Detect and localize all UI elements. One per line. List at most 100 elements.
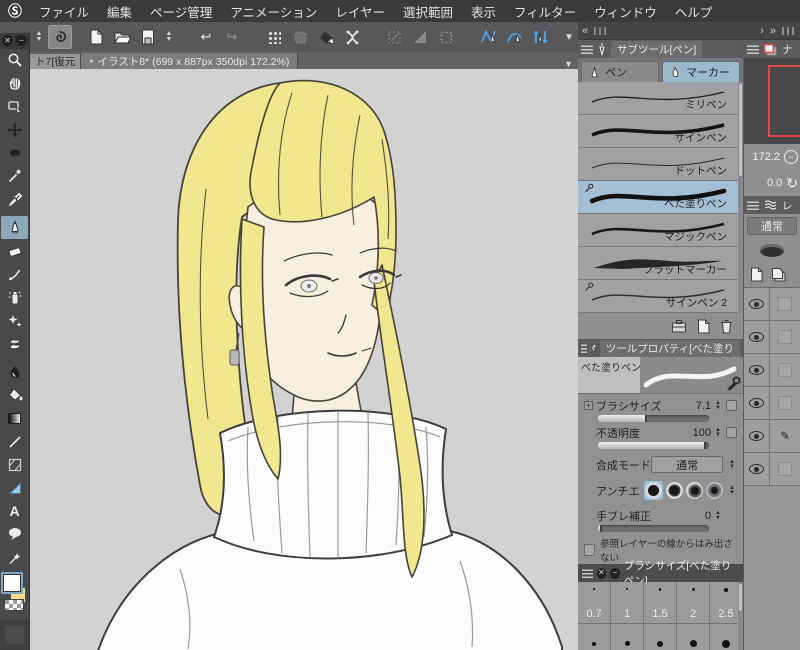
brush-list-scrollbar[interactable]	[738, 82, 743, 313]
blend-mode-dropdown[interactable]: 通常	[651, 456, 724, 473]
vector-pinch-button[interactable]	[528, 25, 552, 49]
correct-line-tool[interactable]	[0, 546, 29, 569]
layer-row-active[interactable]: ✎	[744, 420, 800, 453]
panel-menu-icon[interactable]	[581, 343, 587, 353]
brush-item[interactable]: ドットペン	[578, 148, 743, 181]
preset-cell[interactable]	[578, 624, 611, 650]
panel-menu-icon[interactable]	[582, 568, 593, 578]
trash-icon[interactable]	[720, 319, 733, 334]
brush-size-slider[interactable]	[598, 415, 709, 422]
dock-grip[interactable]	[594, 26, 609, 35]
crop-button[interactable]	[434, 25, 458, 49]
chevron-right-icon[interactable]: ›	[760, 25, 764, 37]
rotation-value[interactable]: 0.0	[767, 177, 782, 189]
transparent-color-swatch[interactable]	[4, 599, 24, 612]
preset-cell[interactable]: 0.7	[578, 582, 611, 623]
reference-checkbox[interactable]	[584, 544, 596, 556]
vector-line-button[interactable]	[476, 25, 500, 49]
brush-item[interactable]: マジックペン	[578, 214, 743, 247]
eyedropper-tool[interactable]	[0, 188, 29, 211]
menu-file[interactable]: ファイル	[30, 2, 98, 21]
lasso-tool[interactable]	[0, 141, 29, 164]
preset-scrollbar[interactable]	[738, 582, 743, 650]
menu-selection[interactable]: 選択範囲	[394, 2, 462, 21]
ink-icon[interactable]	[760, 243, 784, 257]
layer-row[interactable]	[744, 288, 800, 321]
antialias-middle[interactable]	[686, 482, 703, 499]
marker-tool-selected[interactable]	[1, 215, 28, 240]
menu-filter[interactable]: フィルター	[505, 2, 585, 21]
save-button[interactable]	[136, 25, 160, 49]
hand-tool[interactable]	[0, 72, 29, 95]
menu-animation[interactable]: アニメーション	[221, 2, 326, 21]
document-tab-restore[interactable]: ト7[復元	[30, 54, 82, 69]
layer-thumbnail[interactable]	[770, 321, 800, 353]
menu-help[interactable]: ヘルプ	[666, 2, 722, 21]
new-folder-layer-icon[interactable]	[771, 267, 787, 282]
minimize-icon[interactable]: −	[610, 567, 620, 579]
antialias-none-selected[interactable]	[644, 481, 663, 500]
toolcase-icon[interactable]	[671, 319, 687, 333]
redo-button[interactable]: ↪	[220, 25, 244, 49]
spinner[interactable]: ▲ ▼	[727, 459, 737, 470]
wrench-icon[interactable]	[726, 376, 741, 391]
fill-tool[interactable]	[0, 383, 29, 406]
layer-row[interactable]	[744, 453, 800, 486]
launcher-dots-icon[interactable]	[262, 25, 286, 49]
scale-rotate-button[interactable]	[382, 25, 406, 49]
layer-edit-target[interactable]: ✎	[770, 420, 800, 452]
csp-logo-button[interactable]	[48, 25, 72, 49]
tab-marker[interactable]: マーカー	[662, 61, 740, 82]
preset-cell[interactable]	[644, 624, 677, 650]
layer-visibility[interactable]	[744, 387, 770, 419]
layer-row[interactable]	[744, 387, 800, 420]
navigator-preview[interactable]	[744, 58, 800, 144]
vector-curve-button[interactable]	[502, 25, 526, 49]
zoom-tool[interactable]	[0, 49, 29, 72]
liquify-tool[interactable]	[0, 360, 29, 383]
toolbar-spinner[interactable]: ▲ ▼	[162, 30, 176, 43]
spinner[interactable]: ▲ ▼	[713, 400, 723, 411]
ruler-tool[interactable]	[0, 476, 29, 499]
transform-button[interactable]	[340, 25, 364, 49]
menu-page-manage[interactable]: ページ管理	[141, 2, 221, 21]
deselect-button[interactable]	[288, 25, 312, 49]
layer-thumbnail[interactable]	[770, 288, 800, 320]
document-tab-active[interactable]: ● イラスト8* (699 x 887px 350dpi 172.2%)	[81, 53, 299, 69]
layer-visibility[interactable]	[744, 288, 770, 320]
navigator-view-frame[interactable]	[768, 65, 800, 137]
tab-list-dropdown[interactable]: ▼	[559, 59, 578, 69]
rotate-reset-icon[interactable]: ↻	[786, 175, 798, 192]
minimize-icon[interactable]: −	[16, 35, 27, 47]
brush-size-value[interactable]: 7.1	[681, 400, 711, 412]
layer-visibility[interactable]	[744, 321, 770, 353]
toolbar-overflow-dropdown[interactable]: ▼	[564, 32, 574, 43]
text-tool[interactable]: A	[0, 500, 29, 523]
preset-cell[interactable]: 1	[611, 582, 644, 623]
dock-grip[interactable]	[782, 26, 796, 35]
layer-visibility[interactable]	[744, 453, 770, 485]
brush-item[interactable]: フラットマーカー	[578, 247, 743, 280]
layer-blend-dropdown[interactable]: 通常	[747, 217, 797, 235]
object-tool[interactable]	[0, 95, 29, 118]
blend-tool[interactable]	[0, 332, 29, 355]
dynamics-button[interactable]	[726, 400, 737, 411]
airbrush-tool[interactable]	[0, 286, 29, 309]
brush-tool[interactable]	[0, 262, 29, 285]
layer-thumbnail[interactable]	[770, 354, 800, 386]
preset-cell[interactable]	[611, 624, 644, 650]
layer-visibility[interactable]	[744, 420, 770, 452]
undo-button[interactable]: ↩	[194, 25, 218, 49]
new-subtool-icon[interactable]	[697, 319, 710, 334]
balloon-tool[interactable]	[0, 523, 29, 546]
new-file-button[interactable]	[84, 25, 108, 49]
close-icon[interactable]: ✕	[596, 567, 607, 579]
spinner[interactable]: ▲ ▼	[713, 510, 723, 521]
menu-window[interactable]: ウィンドウ	[585, 2, 666, 21]
brush-item[interactable]: ミリペン	[578, 82, 743, 115]
main-color-swatch[interactable]	[3, 574, 21, 593]
expand-icon[interactable]: +	[584, 401, 593, 410]
close-icon[interactable]: ✕	[2, 35, 13, 47]
menu-layer[interactable]: レイヤー	[326, 2, 394, 21]
menu-view[interactable]: 表示	[462, 2, 505, 21]
